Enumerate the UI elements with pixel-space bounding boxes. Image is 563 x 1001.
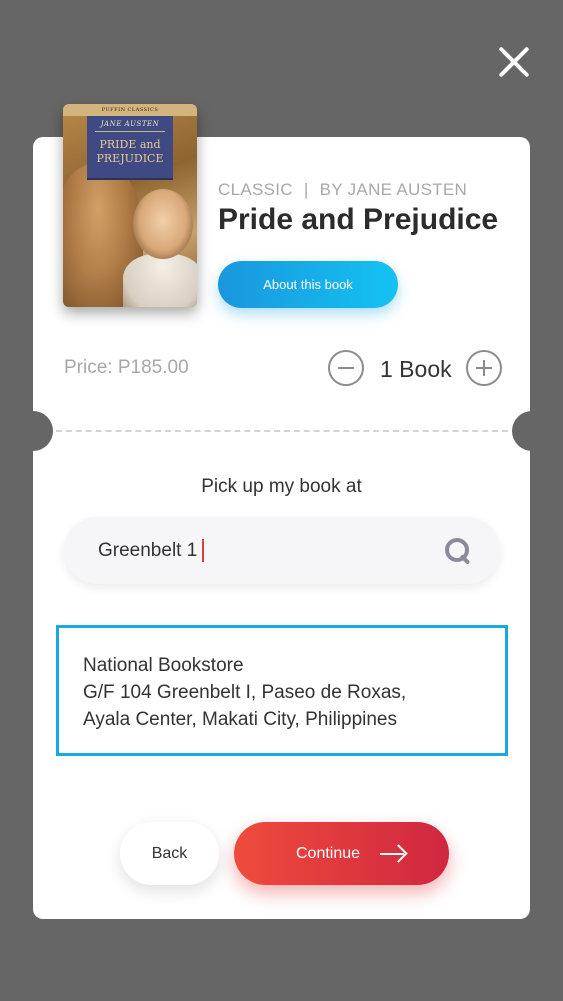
modal-overlay: PUFFIN CLASSICS JANE AUSTEN PRIDE and PR… [0,0,563,1001]
search-icon[interactable] [444,537,474,567]
meta-separator: | [303,180,309,199]
quantity-label: 1 Book [380,356,452,382]
store-address-line2: Ayala Center, Makati City, Philippines [83,709,398,730]
close-icon[interactable] [496,44,532,80]
store-name: National Bookstore [83,655,244,676]
back-button[interactable]: Back [120,822,219,885]
price-label: Price: P185.00 [64,357,189,378]
minus-circle-icon[interactable] [328,350,364,386]
continue-label: Continue [296,845,361,862]
location-search-box [64,517,500,584]
cover-figure-woman [133,189,193,259]
cover-title-line1: PRIDE and [99,138,161,151]
book-title: Pride and Prejudice [218,203,499,236]
book-meta: CLASSIC | BY JANE AUSTEN [218,180,467,200]
ticket-divider [56,430,508,432]
cover-series: PUFFIN CLASSICS [63,104,197,116]
ticket-notch-left [13,411,53,451]
cover-author: JANE AUSTEN [100,120,160,128]
cover-title-line2: PREJUDICE [96,152,164,165]
cover-title-box: JANE AUSTEN PRIDE and PREJUDICE [87,116,173,180]
about-book-button[interactable]: About this book [218,261,398,308]
cover-figure-dress [123,254,197,307]
continue-button[interactable]: Continue [234,822,449,885]
ticket-notch-right [512,411,552,451]
book-cover-image: PUFFIN CLASSICS JANE AUSTEN PRIDE and PR… [63,104,197,307]
text-caret [202,539,204,562]
location-search-input[interactable] [98,537,428,565]
store-address-line1: G/F 104 Greenbelt I, Paseo de Roxas, [83,682,407,703]
cover-title: PRIDE and PREJUDICE [87,138,173,166]
plus-circle-icon[interactable] [466,350,502,386]
pickup-label: Pick up my book at [201,476,362,497]
arrow-right-icon [380,844,406,864]
book-author: BY JANE AUSTEN [319,180,468,199]
cover-rule [95,131,165,132]
store-result-item[interactable]: National Bookstore G/F 104 Greenbelt I, … [56,625,508,756]
book-genre: CLASSIC [218,180,293,199]
